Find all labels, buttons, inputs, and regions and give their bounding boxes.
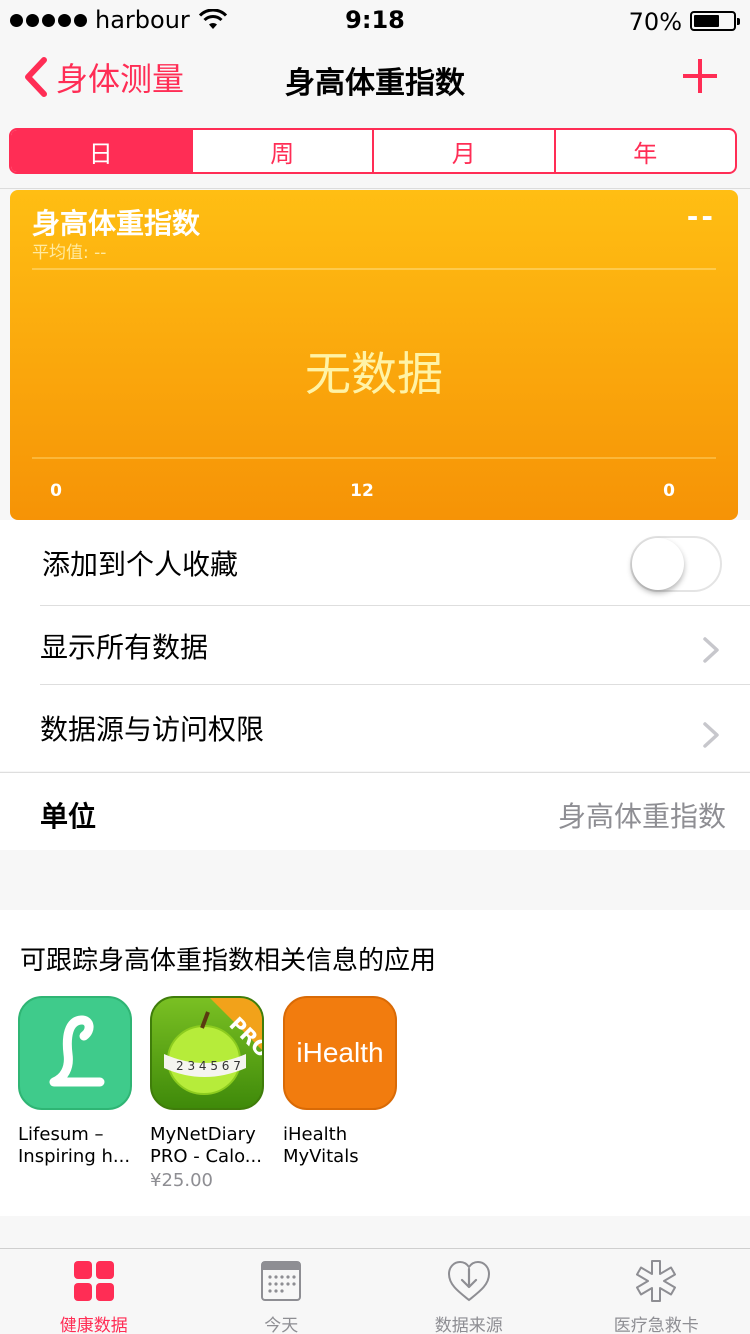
tab-sources[interactable]: 数据来源 bbox=[375, 1249, 563, 1334]
add-button[interactable] bbox=[680, 56, 720, 96]
time-range-segmented-control: 日 周 月 年 bbox=[9, 128, 737, 174]
unit-label: 单位 bbox=[40, 800, 97, 833]
show-all-data-label: 显示所有数据 bbox=[40, 630, 209, 664]
chevron-left-icon bbox=[25, 57, 47, 97]
segment-week[interactable]: 周 bbox=[193, 130, 374, 172]
segment-month[interactable]: 月 bbox=[374, 130, 556, 172]
bmi-chart-card[interactable]: 0 12 0 身高体重指数 平均值: -- -- 无数据 bbox=[10, 190, 738, 520]
chart-x-label-start: 0 bbox=[50, 481, 62, 501]
plus-icon bbox=[683, 59, 717, 93]
lifesum-app-icon bbox=[18, 996, 132, 1110]
ihealth-icon-text: iHealth bbox=[296, 1037, 384, 1068]
app-name: MyNetDiary bbox=[150, 1124, 256, 1145]
segment-year[interactable]: 年 bbox=[556, 130, 736, 172]
divider bbox=[0, 188, 750, 189]
favorite-label: 添加到个人收藏 bbox=[42, 548, 239, 581]
battery-percentage: 70% bbox=[628, 8, 682, 36]
app-name: iHealth bbox=[283, 1124, 348, 1145]
related-apps-title: 可跟踪身高体重指数相关信息的应用 bbox=[20, 946, 437, 976]
favorite-toggle[interactable] bbox=[630, 536, 722, 592]
ihealth-app-icon: iHealth bbox=[283, 996, 397, 1110]
chart-no-data-text: 无数据 bbox=[305, 347, 443, 401]
tab-today[interactable]: 今天 bbox=[188, 1249, 376, 1334]
battery-icon bbox=[690, 11, 740, 31]
show-all-data-row[interactable]: 显示所有数据 bbox=[0, 606, 750, 685]
data-sources-label: 数据源与访问权限 bbox=[40, 713, 265, 746]
toggle-knob bbox=[632, 538, 684, 590]
app-name-subtitle: Inspiring h... bbox=[18, 1146, 131, 1167]
calendar-icon bbox=[261, 1261, 302, 1301]
chart-current-value: -- bbox=[686, 200, 716, 233]
chart-x-label-end: 0 bbox=[663, 481, 675, 501]
back-button[interactable]: 身体测量 bbox=[22, 54, 184, 100]
chevron-right-icon bbox=[703, 722, 719, 748]
navigation-bar: 身体测量 身高体重指数 bbox=[0, 40, 750, 114]
tab-bar: 健康数据 今天 数据来源 医疗急救卡 bbox=[0, 1248, 750, 1334]
tab-label: 今天 bbox=[264, 1316, 299, 1334]
segment-day[interactable]: 日 bbox=[11, 130, 193, 172]
tab-medical-id[interactable]: 医疗急救卡 bbox=[563, 1249, 750, 1334]
options-list: 添加到个人收藏 显示所有数据 数据源与访问权限 bbox=[0, 520, 750, 771]
svg-text:2 3 4 5 6 7: 2 3 4 5 6 7 bbox=[176, 1059, 241, 1073]
chevron-right-icon bbox=[703, 637, 719, 663]
app-name-subtitle: MyVitals bbox=[283, 1146, 359, 1167]
chart-title: 身高体重指数 bbox=[32, 207, 201, 240]
favorite-row: 添加到个人收藏 bbox=[0, 520, 750, 606]
app-name-subtitle: PRO - Calo... bbox=[150, 1146, 262, 1167]
health-data-icon bbox=[73, 1261, 114, 1301]
app-mynetdiary[interactable]: 2 3 4 5 6 7 PRO MyNetDiary PRO - Calo...… bbox=[150, 996, 268, 1191]
sources-icon bbox=[447, 1260, 490, 1302]
app-price: ¥25.00 bbox=[150, 1170, 213, 1191]
medical-id-icon bbox=[636, 1260, 677, 1302]
app-lifesum[interactable]: Lifesum – Inspiring h... bbox=[18, 996, 136, 1168]
back-button-label: 身体测量 bbox=[56, 60, 185, 98]
status-bar: harbour 9:18 70% bbox=[0, 0, 750, 40]
unit-value: 身高体重指数 bbox=[557, 800, 726, 833]
chart-x-label-mid: 12 bbox=[350, 481, 374, 501]
related-apps-section: 可跟踪身高体重指数相关信息的应用 Lifesum – Inspiring h..… bbox=[0, 910, 750, 1216]
app-ihealth[interactable]: iHealth iHealth MyVitals bbox=[283, 996, 401, 1168]
mynetdiary-app-icon: 2 3 4 5 6 7 PRO bbox=[150, 996, 264, 1110]
tab-label: 健康数据 bbox=[59, 1316, 128, 1334]
unit-row[interactable]: 单位 身高体重指数 bbox=[0, 772, 750, 850]
tab-label: 医疗急救卡 bbox=[613, 1316, 699, 1334]
tab-health-data[interactable]: 健康数据 bbox=[0, 1249, 188, 1334]
tab-label: 数据来源 bbox=[434, 1316, 503, 1334]
app-name: Lifesum – bbox=[18, 1124, 104, 1145]
chart-average: 平均值: -- bbox=[32, 243, 107, 263]
data-sources-row[interactable]: 数据源与访问权限 bbox=[0, 685, 750, 771]
